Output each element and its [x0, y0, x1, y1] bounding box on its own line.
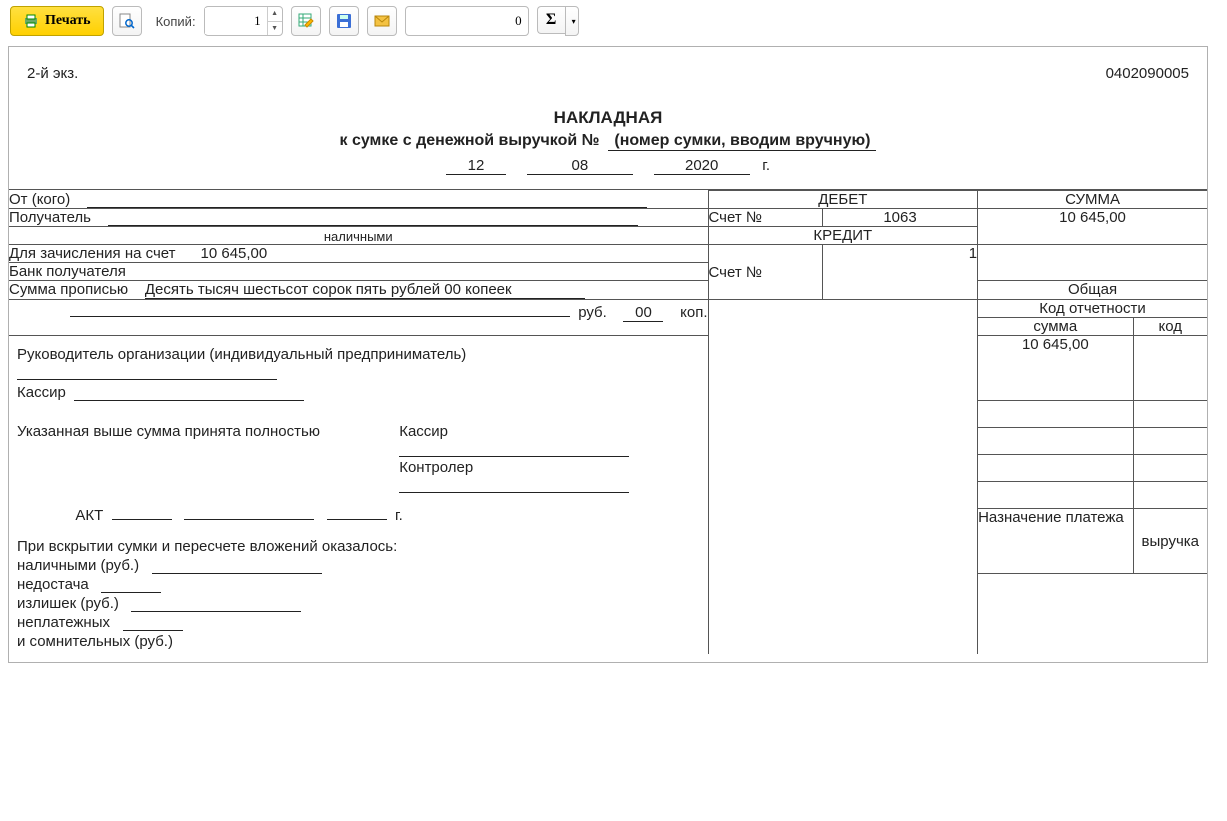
kassir2-sign[interactable]	[399, 440, 629, 457]
recipient-label: Получатель	[9, 209, 91, 226]
debet-header: ДЕБЕТ	[708, 191, 978, 209]
kod-ot-label: Код отчетности	[978, 300, 1207, 318]
magnifier-icon	[119, 13, 135, 29]
shortage-val[interactable]	[101, 577, 161, 593]
edit-table-button[interactable]	[291, 6, 321, 36]
summa-header: СУММА	[978, 191, 1207, 209]
akt-f3[interactable]	[327, 519, 387, 520]
credit-to-label: Для зачисления на счет	[9, 245, 176, 262]
date-year[interactable]: 2020	[654, 157, 750, 175]
sum-words-label: Сумма прописью	[9, 281, 128, 298]
cash-rub-val[interactable]	[152, 558, 322, 574]
doc-title: НАКЛАДНАЯ	[9, 108, 1207, 128]
cash-caption: наличными	[9, 227, 708, 245]
cash-rub-label: наличными (руб.)	[17, 557, 139, 574]
ruk-label: Руководитель организации (индивидуальный…	[17, 346, 466, 363]
rub-label: руб.	[578, 304, 607, 321]
credit-mark: 1	[822, 245, 977, 300]
akt-label: АКТ	[75, 507, 103, 524]
printer-icon	[23, 13, 39, 29]
print-button[interactable]: Печать	[10, 6, 104, 36]
ruk-sign[interactable]	[17, 363, 277, 380]
kop-label: коп.	[680, 304, 707, 321]
from-cell: От (кого)	[9, 191, 708, 209]
kassir-sign[interactable]	[74, 384, 304, 401]
main-table: От (кого) ДЕБЕТ СУММА Счет № 1063 10 645…	[9, 190, 1207, 654]
kassir2-label: Кассир	[399, 423, 448, 440]
surplus-val[interactable]	[131, 596, 301, 612]
bank-label: Банк получателя	[9, 263, 708, 281]
akt-f2[interactable]	[184, 503, 314, 520]
vyr-value: выручка	[1133, 509, 1207, 574]
kod-col-header: код	[1133, 318, 1207, 336]
sigma-dropdown-icon[interactable]: ▾	[565, 6, 579, 36]
copies-spinner[interactable]: ▲ ▼	[204, 6, 283, 36]
toolbar: Печать Копий: ▲ ▼ Σ ▾	[0, 0, 1227, 46]
kontroler-sign[interactable]	[399, 476, 629, 493]
nonpay-label: неплатежных	[17, 614, 110, 631]
recipient-cell: Получатель	[9, 209, 708, 227]
document-area: 2-й экз. 0402090005 НАКЛАДНАЯ к сумке с …	[8, 46, 1208, 663]
doubt-label: и сомнительных (руб.)	[17, 633, 173, 650]
doc-subtitle: к сумке с денежной выручкой № (номер сум…	[9, 132, 1207, 151]
sum-button[interactable]: Σ ▾	[537, 6, 579, 36]
copy-label: 2-й экз.	[27, 65, 78, 82]
nonpay-val[interactable]	[123, 615, 183, 631]
preview-button[interactable]	[112, 6, 142, 36]
kassir-label: Кассир	[17, 384, 66, 401]
credit-header: КРЕДИТ	[708, 227, 978, 245]
email-button[interactable]	[367, 6, 397, 36]
number-input[interactable]	[405, 6, 529, 36]
summa-value: 10 645,00	[978, 209, 1207, 245]
sum-col-header: сумма	[978, 318, 1133, 336]
copies-label: Копий:	[156, 14, 196, 29]
sum-words-cell: Сумма прописью Десять тысяч шестьсот сор…	[9, 281, 708, 300]
accepted-label: Указанная выше сумма принята полностью	[17, 423, 399, 493]
date-suffix: г.	[762, 157, 770, 174]
acct2-label: Счет №	[708, 245, 822, 300]
akt-f1[interactable]	[112, 519, 172, 520]
kontroler-label: Контролер	[399, 459, 473, 476]
acct1-label: Счет №	[708, 209, 822, 227]
envelope-icon	[374, 13, 390, 29]
signatures-block: Руководитель организации (индивидуальный…	[9, 336, 708, 655]
subtitle-prefix: к сумке с денежной выручкой №	[340, 132, 600, 149]
print-label: Печать	[45, 13, 91, 29]
table-pencil-icon	[298, 13, 314, 29]
from-value[interactable]	[87, 191, 647, 208]
sum-words: Десять тысяч шестьсот сорок пять рублей …	[145, 281, 585, 299]
save-button[interactable]	[329, 6, 359, 36]
date-day[interactable]: 12	[446, 157, 506, 175]
acct1-value: 1063	[822, 209, 977, 227]
naz-label: Назначение платежа	[978, 509, 1133, 574]
spinner-down-icon[interactable]: ▼	[268, 21, 282, 36]
credit-to-sum: 10 645,00	[201, 245, 268, 262]
okud-code: 0402090005	[1106, 65, 1189, 82]
surplus-label: излишек (руб.)	[17, 595, 119, 612]
opening-label: При вскрытии сумки и пересчете вложений …	[17, 538, 700, 555]
from-label: От (кого)	[9, 191, 70, 208]
kop-value: 00	[623, 304, 663, 322]
spinner-up-icon[interactable]: ▲	[268, 7, 282, 21]
obshaya-label: Общая	[978, 281, 1207, 300]
date-row: 12 08 2020 г.	[9, 157, 1207, 175]
akt-suf: г.	[395, 507, 403, 524]
total-value: 10 645,00	[978, 336, 1133, 401]
bag-number[interactable]: (номер сумки, вводим вручную)	[608, 132, 876, 151]
sigma-icon[interactable]: Σ	[537, 6, 565, 34]
recipient-value[interactable]	[108, 209, 638, 226]
shortage-label: недостача	[17, 576, 89, 593]
credit-to-cell: Для зачисления на счет 10 645,00	[9, 245, 708, 263]
copies-input[interactable]	[205, 8, 267, 34]
date-month[interactable]: 08	[527, 157, 633, 175]
floppy-icon	[336, 13, 352, 29]
rub-kop-cell: руб. 00 коп.	[9, 300, 708, 336]
